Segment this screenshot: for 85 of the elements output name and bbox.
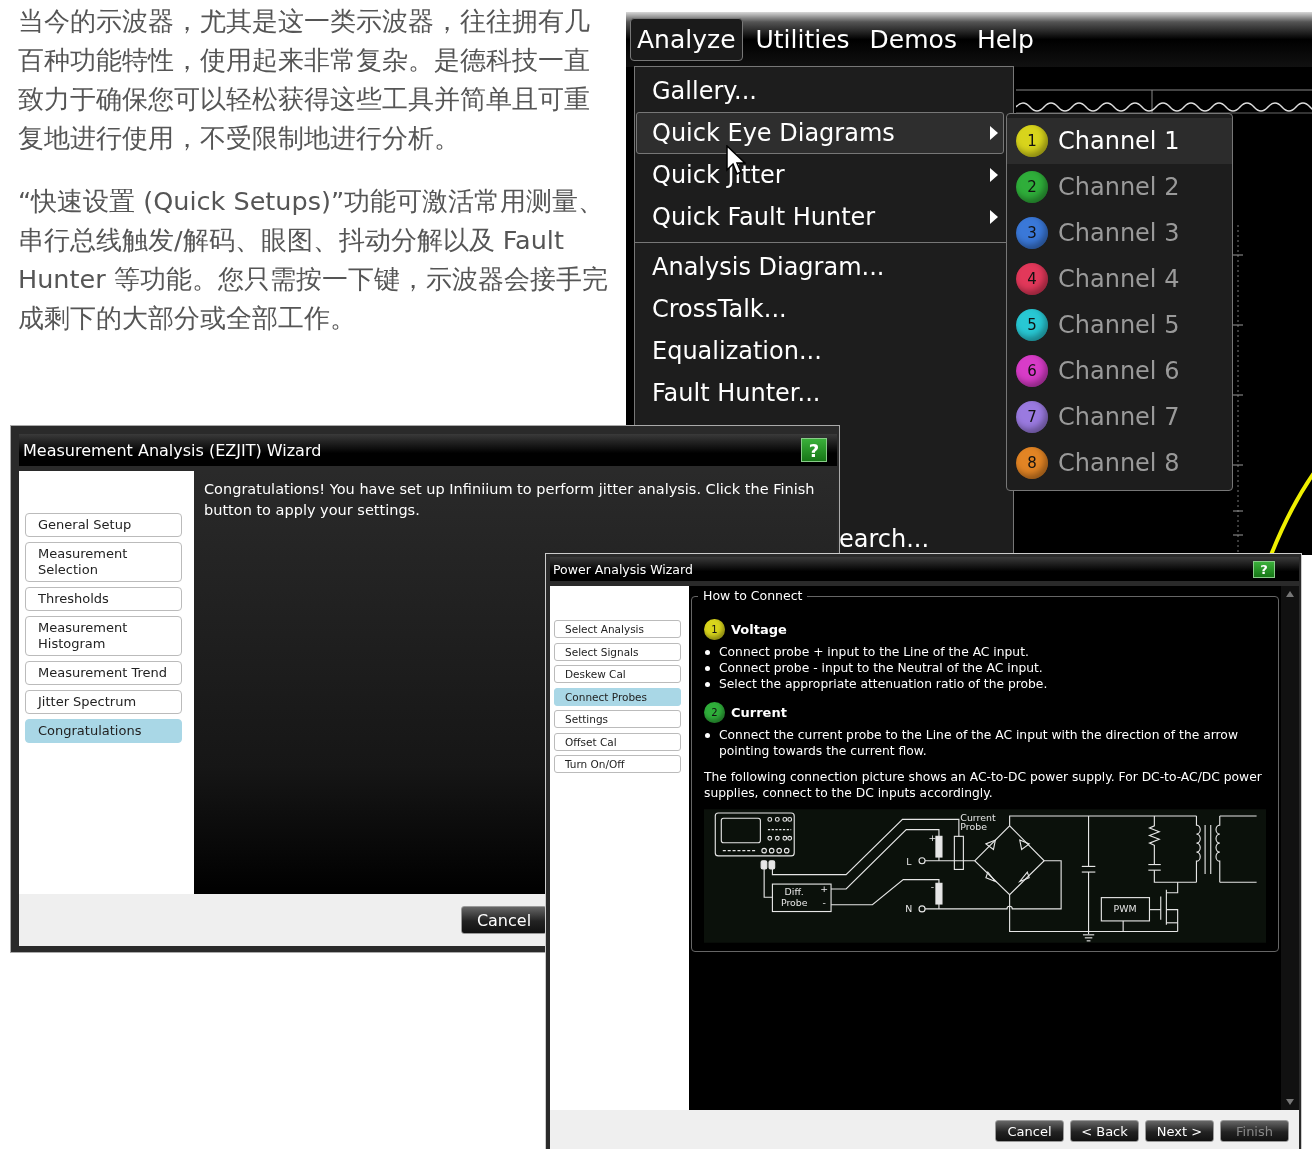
channel-badge: 1	[1016, 125, 1048, 157]
wizard-button[interactable]: Next >	[1145, 1120, 1214, 1142]
wizard-step[interactable]: Select Signals	[554, 642, 681, 661]
menu-item[interactable]: Gallery...	[636, 70, 1004, 112]
scrollbar[interactable]	[1281, 586, 1299, 1110]
window-title: Power Analysis Wizard	[553, 561, 693, 577]
scroll-down-icon[interactable]	[1285, 1098, 1295, 1106]
step-badge: 2	[704, 702, 725, 723]
scroll-up-icon[interactable]	[1285, 590, 1295, 598]
channel-menu-item[interactable]: 4 Channel 4	[1007, 256, 1232, 302]
wizard-step[interactable]: General Setup	[25, 513, 182, 537]
bullet-icon	[705, 666, 710, 671]
instruction-text: Select the appropriate attenuation ratio of the probe.	[719, 676, 1048, 692]
cancel-button[interactable]: Cancel	[461, 906, 547, 934]
wizard-message: Congratulations! You have set up Infiniium to perform jitter analysis. Click the Finish button to apply your settings.	[204, 480, 816, 520]
submenu-arrow-icon	[989, 209, 999, 225]
wizard-step[interactable]: Settings	[554, 710, 681, 728]
help-button[interactable]: ?	[1253, 560, 1275, 578]
submenu-arrow-icon	[989, 125, 999, 141]
channel-badge: 6	[1016, 355, 1048, 387]
menu-item[interactable]: Equalization...	[636, 330, 1004, 372]
menu-bar-item[interactable]: Demos	[862, 18, 964, 61]
instruction-text: Connect the current probe to the Line of the AC input with the direction of the arrow pointing towards the current flow.	[719, 727, 1239, 759]
menu-item[interactable]: Quick Fault Hunter	[636, 196, 1004, 238]
wizard-step[interactable]: Measurement Histogram	[25, 616, 182, 656]
menu-item[interactable]: Quick Jitter	[636, 154, 1004, 196]
wizard-step[interactable]: Connect Probes	[554, 687, 681, 706]
channel-menu-item[interactable]: 2 Channel 2	[1007, 164, 1232, 210]
step-heading: Current	[731, 705, 787, 720]
section-title: How to Connect	[698, 588, 808, 603]
article-paragraph: 当今的示波器，尤其是这一类示波器，往往拥有几百种功能特性，使用起来非常复杂。是德科技一直致力于确保您可以轻松获得这些工具并简单且可重复地进行使用，不受限制地进行分析。	[18, 5, 591, 155]
diagram-label: Current	[960, 811, 996, 823]
menu-item[interactable]: Quick Eye Diagrams	[636, 112, 1004, 154]
help-button[interactable]: ?	[801, 438, 827, 462]
bullet-icon	[705, 733, 710, 738]
wizard-step[interactable]: Deskew Cal	[554, 665, 681, 683]
menu-bar-item[interactable]: Analyze	[630, 18, 743, 61]
menu-bar-item[interactable]: Utilities	[748, 18, 857, 61]
instruction-text: Connect probe - input to the Neutral of the AC input.	[719, 660, 1043, 676]
wizard-step[interactable]: Offset Cal	[554, 732, 681, 751]
diagram-label: +	[820, 883, 829, 894]
menu-bar-item[interactable]: Help	[969, 18, 1041, 61]
menu-item[interactable]: CrossTalk...	[636, 288, 1004, 330]
bullet-icon	[705, 682, 710, 687]
channel-menu-item[interactable]: 8 Channel 8	[1007, 440, 1232, 486]
channel-badge: 3	[1016, 217, 1048, 249]
channel-badge: 8	[1016, 447, 1048, 479]
step-badge: 1	[704, 619, 725, 640]
diagram-label: PWM	[1113, 903, 1137, 915]
wizard-button[interactable]: < Back	[1070, 1120, 1139, 1142]
window-title: Measurement Analysis (EZJIT) Wizard	[23, 440, 322, 460]
diagram-label: N	[905, 902, 913, 914]
diagram-label: -	[822, 896, 826, 908]
step-heading: Voltage	[731, 622, 787, 637]
menu-item[interactable]: Fault Hunter...	[636, 372, 1004, 414]
channel-menu-item[interactable]: 5 Channel 5	[1007, 302, 1232, 348]
channel-menu-item[interactable]: 7 Channel 7	[1007, 394, 1232, 440]
wizard-step[interactable]: Measurement Selection	[25, 542, 182, 582]
diagram-label: -	[930, 880, 935, 892]
diagram-label: Probe	[780, 897, 808, 909]
bullet-icon	[705, 650, 710, 655]
wizard-step[interactable]: Turn On/Off	[554, 755, 681, 773]
wizard-button[interactable]: Cancel	[995, 1120, 1064, 1142]
channel-badge: 7	[1016, 401, 1048, 433]
diagram-label: Probe	[960, 820, 987, 832]
diagram-label: Diff.	[784, 885, 804, 897]
article-paragraph: “快速设置 (Quick Setups)”功能可激活常用测量、串行总线触发/解码、眼图、抖动分解以及 Fault Hunter 等功能。您只需按一下键，示波器会接手完成剩下的大部分或全部工作。	[18, 185, 608, 335]
wizard-step[interactable]: Select Analysis	[554, 620, 681, 638]
menu-item[interactable]: earch...	[839, 525, 930, 553]
channel-badge: 2	[1016, 171, 1048, 203]
channel-menu-item[interactable]: 3 Channel 3	[1007, 210, 1232, 256]
channel-menu-item[interactable]: 6 Channel 6	[1007, 348, 1232, 394]
wizard-step[interactable]: Thresholds	[25, 587, 182, 611]
instruction-text: Connect probe + input to the Line of the AC input.	[719, 644, 1029, 660]
diagram-label: L	[906, 855, 912, 867]
wizard-step[interactable]: Jitter Spectrum	[25, 690, 182, 714]
channel-badge: 4	[1016, 263, 1048, 295]
submenu-arrow-icon	[989, 167, 999, 183]
wizard-step[interactable]: Measurement Trend	[25, 661, 182, 685]
note-text: The following connection picture shows an AC-to-DC power supply. For DC-to-AC/DC power supplies, connect to the DC inputs accordingly.	[704, 769, 1263, 801]
wizard-step[interactable]: Congratulations	[25, 719, 182, 743]
channel-badge: 5	[1016, 309, 1048, 341]
channel-menu-item[interactable]: 1 Channel 1	[1007, 118, 1232, 164]
menu-item[interactable]: Analysis Diagram...	[636, 246, 1004, 288]
diagram-label: +	[928, 832, 937, 844]
